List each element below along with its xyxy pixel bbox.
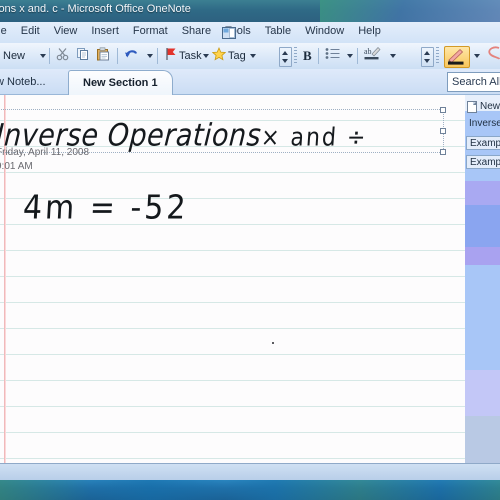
- pen-icon: [447, 48, 466, 70]
- flag-icon: [164, 47, 177, 66]
- onenote-window: ions x and. c - Microsoft Office OneNote…: [0, 0, 500, 480]
- page-band-1: [465, 181, 500, 205]
- tag-label: Tag: [228, 50, 246, 62]
- resize-handle-bottom[interactable]: [440, 149, 446, 155]
- new-page-label: New: [3, 50, 26, 62]
- undo-dropdown[interactable]: [143, 46, 153, 66]
- page-band-3: [465, 247, 500, 265]
- new-page-button[interactable]: New: [0, 46, 25, 66]
- page-band-2: [465, 205, 500, 247]
- menu-item-view[interactable]: View: [47, 25, 85, 37]
- menu-item-table[interactable]: Table: [258, 25, 298, 37]
- window-title: ions x and. c - Microsoft Office OneNote: [0, 3, 191, 15]
- page-band-6: [465, 416, 500, 463]
- taskbar[interactable]: [0, 480, 500, 500]
- page-list-item-example-1[interactable]: Examp: [466, 136, 500, 150]
- menu-bar: File Edit View Insert Format Share Tools…: [0, 22, 500, 44]
- tag-dropdown[interactable]: [246, 46, 256, 66]
- text-highlight-button[interactable]: ab: [364, 46, 381, 66]
- task-button[interactable]: Task: [164, 46, 202, 66]
- standard-toolbar: New Task Tag B ab: [0, 43, 500, 70]
- paste-button[interactable]: [96, 46, 110, 66]
- menu-items: File Edit View Insert Format Share Tools…: [0, 25, 388, 37]
- menu-item-edit[interactable]: Edit: [14, 25, 47, 37]
- undo-button[interactable]: [124, 46, 139, 66]
- new-page-sidebar-button[interactable]: New: [467, 99, 500, 114]
- page-canvas[interactable]: Inverse Operations× and ÷ Friday, April …: [0, 95, 466, 463]
- task-dropdown[interactable]: [199, 46, 209, 66]
- eraser-button[interactable]: [485, 46, 500, 66]
- ink-dot-mark: [272, 342, 274, 344]
- new-page-sidebar-label: New: [480, 101, 500, 112]
- resize-handle-middle[interactable]: [440, 128, 446, 134]
- page-time-stamp: 9:01 AM: [0, 161, 33, 172]
- menu-item-window[interactable]: Window: [298, 25, 351, 37]
- help-window-icon[interactable]: [222, 26, 236, 39]
- window-title-bar[interactable]: ions x and. c - Microsoft Office OneNote: [0, 0, 500, 22]
- section-tab-new-section-1[interactable]: New Section 1: [68, 70, 173, 95]
- page-date-stamp: Friday, April 11, 2008: [0, 147, 90, 158]
- copy-button[interactable]: [76, 46, 90, 66]
- menu-item-insert[interactable]: Insert: [84, 25, 126, 37]
- menu-item-share[interactable]: Share: [175, 25, 218, 37]
- copy-icon: [76, 47, 90, 66]
- toolbar-overflow-button[interactable]: [279, 47, 292, 67]
- bullets-dropdown[interactable]: [343, 46, 353, 66]
- pen-dropdown[interactable]: [470, 46, 480, 66]
- new-page-icon-small: [467, 100, 477, 113]
- bullets-button[interactable]: [325, 46, 340, 66]
- ink-title-symbols: × and ÷: [260, 123, 369, 153]
- clipboard-paste-icon: [96, 47, 110, 66]
- window-bottom-strip: [0, 463, 500, 480]
- resize-handle-top[interactable]: [440, 107, 446, 113]
- search-input[interactable]: Search All N: [447, 72, 500, 92]
- undo-arrow-icon: [124, 47, 139, 66]
- scissors-icon: [56, 47, 70, 66]
- page-band-5: [465, 370, 500, 416]
- svg-text:ab: ab: [364, 47, 372, 56]
- bold-label: B: [303, 48, 312, 63]
- tab-strip: w Noteb... New Section 1 Search All N: [0, 69, 500, 95]
- menu-item-format[interactable]: Format: [126, 25, 175, 37]
- bold-button[interactable]: B: [303, 46, 312, 66]
- text-highlight-icon: ab: [364, 46, 381, 66]
- text-highlight-dropdown[interactable]: [386, 46, 396, 66]
- menu-item-file[interactable]: File: [0, 25, 14, 37]
- tag-button[interactable]: Tag: [211, 46, 246, 66]
- new-page-dropdown[interactable]: [36, 46, 46, 66]
- menu-item-help[interactable]: Help: [351, 25, 388, 37]
- page-list-item-example-2[interactable]: Examp: [466, 155, 500, 169]
- format-overflow-button[interactable]: [421, 47, 434, 67]
- notebook-tab[interactable]: w Noteb...: [0, 72, 56, 93]
- bullet-list-icon: [325, 47, 340, 65]
- page-list-item-inverse[interactable]: Inverse: [466, 117, 500, 131]
- new-page-icon: [0, 47, 1, 66]
- eraser-icon: [485, 46, 500, 66]
- page-band-4: [465, 265, 500, 370]
- ink-equation: 4m = -52: [21, 189, 190, 228]
- cut-button[interactable]: [56, 46, 70, 66]
- screen: ions x and. c - Microsoft Office OneNote…: [0, 0, 500, 500]
- star-icon: [211, 46, 227, 66]
- pen-button[interactable]: [444, 46, 470, 68]
- page-list-sidebar: New Inverse Examp Examp: [465, 95, 500, 463]
